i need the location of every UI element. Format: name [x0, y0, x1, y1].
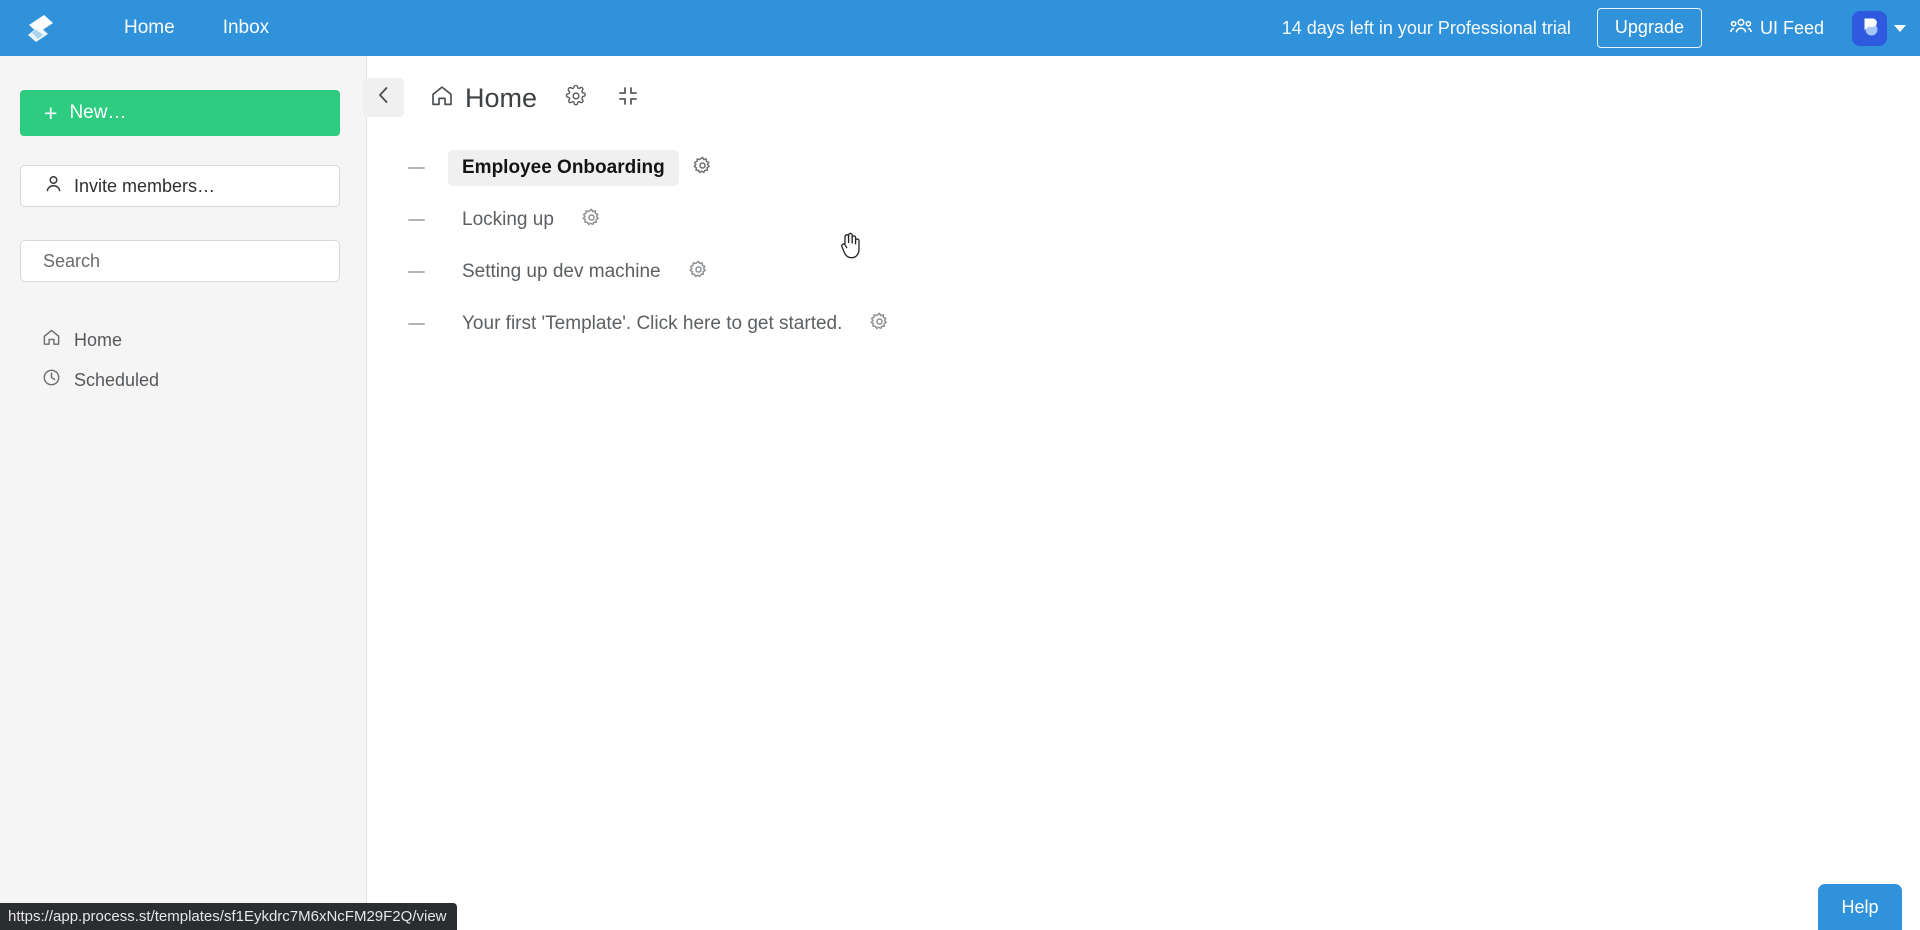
template-name[interactable]: Locking up — [448, 202, 568, 238]
gear-icon — [582, 208, 601, 232]
user-menu[interactable] — [1852, 10, 1906, 46]
chat-bubble-avatar-icon — [1858, 14, 1882, 43]
ui-feed-label: UI Feed — [1759, 17, 1824, 38]
dash-icon — [408, 323, 425, 325]
sidebar-item-label: Scheduled — [74, 369, 160, 390]
template-name[interactable]: Employee Onboarding — [448, 150, 679, 186]
dash-icon — [408, 167, 425, 169]
top-nav-item-home[interactable]: Home — [100, 0, 199, 56]
sidebar-item-label: Home — [74, 329, 123, 350]
collapse-inward-icon — [617, 85, 639, 112]
chevron-down-icon[interactable] — [1894, 24, 1906, 32]
template-row[interactable]: Employee Onboarding — [368, 142, 1920, 194]
template-settings-button[interactable] — [870, 312, 889, 336]
status-bar-url: https://app.process.st/templates/sf1Eykd… — [0, 903, 457, 930]
gear-icon — [692, 156, 712, 180]
home-icon — [430, 84, 454, 113]
template-list: Employee Onboarding Locking up Setting u… — [368, 142, 1920, 350]
page-header: Home — [430, 78, 639, 118]
search-input[interactable] — [20, 240, 340, 282]
help-button[interactable]: Help — [1818, 884, 1902, 930]
home-icon — [42, 328, 61, 352]
people-group-icon — [1730, 17, 1752, 40]
template-row[interactable]: Your first 'Template'. Click here to get… — [368, 298, 1920, 350]
main-content: Home Employee Onboarding Locking up Sett… — [363, 56, 1920, 930]
plus-icon: + — [44, 99, 58, 126]
gear-icon — [565, 84, 587, 112]
sidebar-item-scheduled[interactable]: Scheduled — [20, 360, 350, 400]
top-navigation: Home Inbox — [100, 0, 293, 56]
invite-members-label: Invite members… — [74, 175, 216, 196]
page-title: Home — [465, 82, 538, 113]
ui-feed-button[interactable]: UI Feed — [1730, 17, 1824, 40]
top-header-bar: Home Inbox 14 days left in your Professi… — [0, 0, 1920, 56]
process-st-logo-icon — [23, 11, 57, 45]
avatar[interactable] — [1852, 10, 1887, 46]
invite-members-button[interactable]: Invite members… — [20, 165, 340, 207]
dash-icon — [408, 271, 425, 273]
top-nav-item-inbox[interactable]: Inbox — [199, 0, 293, 56]
page-settings-button[interactable] — [565, 84, 587, 112]
upgrade-button[interactable]: Upgrade — [1596, 8, 1702, 48]
template-settings-button[interactable] — [688, 260, 708, 284]
sidebar-nav: Home Scheduled — [20, 320, 350, 400]
template-name[interactable]: Your first 'Template'. Click here to get… — [448, 306, 856, 342]
template-settings-button[interactable] — [582, 208, 601, 232]
new-button[interactable]: + New… — [20, 90, 340, 136]
gear-icon — [870, 312, 889, 336]
new-button-label: New… — [69, 102, 127, 123]
top-header-right: 14 days left in your Professional trial … — [1282, 0, 1920, 56]
template-row[interactable]: Setting up dev machine — [368, 246, 1920, 298]
gear-icon — [688, 260, 708, 284]
trial-status-text: 14 days left in your Professional trial — [1281, 17, 1571, 38]
person-icon — [45, 175, 62, 198]
sidebar: + New… Invite members… Home — [0, 56, 367, 930]
template-name[interactable]: Setting up dev machine — [448, 254, 675, 290]
template-settings-button[interactable] — [692, 156, 712, 180]
sidebar-item-home[interactable]: Home — [20, 320, 350, 360]
template-row[interactable]: Locking up — [368, 194, 1920, 246]
sidebar-collapse-button[interactable] — [363, 78, 404, 117]
app-logo[interactable] — [8, 0, 72, 56]
dash-icon — [408, 219, 425, 221]
collapse-all-button[interactable] — [617, 85, 639, 112]
clock-icon — [42, 368, 61, 392]
chevron-left-icon — [377, 86, 390, 109]
